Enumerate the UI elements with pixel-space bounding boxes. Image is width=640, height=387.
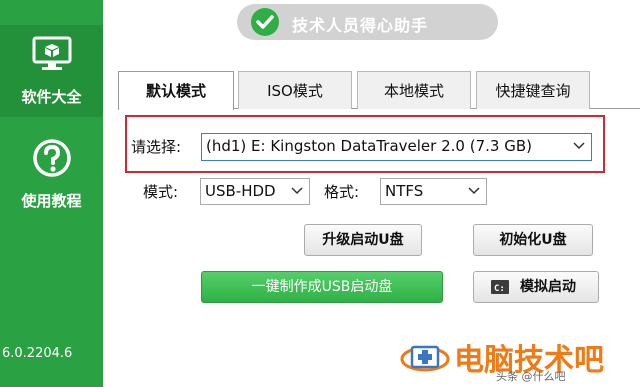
sidebar-item-software[interactable]: 软件大全 [0,36,103,107]
make-usb-boot-button[interactable]: 一键制作成USB启动盘 [201,271,443,303]
sidebar-item-label: 使用教程 [21,192,82,210]
tab-shortcuts[interactable]: 快捷键查询 [476,71,590,109]
mode-label: 模式: [143,183,179,201]
monitor-icon [32,36,71,70]
device-select[interactable]: (hd1) E: Kingston DataTraveler 2.0 (7.3 … [201,133,592,161]
device-select-value: (hd1) E: Kingston DataTraveler 2.0 (7.3 … [206,137,532,155]
chevron-down-icon [291,187,303,195]
question-icon [32,139,71,177]
check-circle-icon [251,8,279,36]
watermark-subtext: 头条 @什么吧 [496,370,566,383]
watermark-logo-icon [400,345,450,372]
tab-default-mode[interactable]: 默认模式 [118,71,234,110]
format-select[interactable]: NTFS [380,178,487,205]
tab-local-mode[interactable]: 本地模式 [357,71,471,109]
upgrade-boot-usb-button[interactable]: 升级启动U盘 [304,224,422,256]
mode-select[interactable]: USB-HDD [200,178,310,205]
app-title-bar: 技术人员得心助手 [237,4,498,40]
simulate-boot-button[interactable]: C: 模拟启动 [473,271,599,303]
sidebar-item-label: 软件大全 [21,88,82,106]
version-label: 6.0.2204.6 [2,346,73,361]
terminal-icon: C: [491,280,509,294]
watermark: 电脑技术吧 头条 @什么吧 [400,331,640,387]
mode-select-value: USB-HDD [205,182,276,200]
sidebar: 软件大全 使用教程 6.0.2204.6 [0,0,103,387]
device-select-label: 请选择: [131,138,182,156]
chevron-down-icon [468,187,480,195]
sidebar-item-tutorial[interactable]: 使用教程 [0,138,103,211]
svg-text:C:: C: [494,284,505,294]
app-title: 技术人员得心助手 [292,16,429,35]
simulate-boot-label: 模拟启动 [520,279,576,295]
format-label: 格式: [324,183,360,201]
tab-iso-mode[interactable]: ISO模式 [238,71,352,109]
chevron-down-icon [573,142,585,150]
init-usb-button[interactable]: 初始化U盘 [473,224,593,256]
format-select-value: NTFS [385,182,424,200]
